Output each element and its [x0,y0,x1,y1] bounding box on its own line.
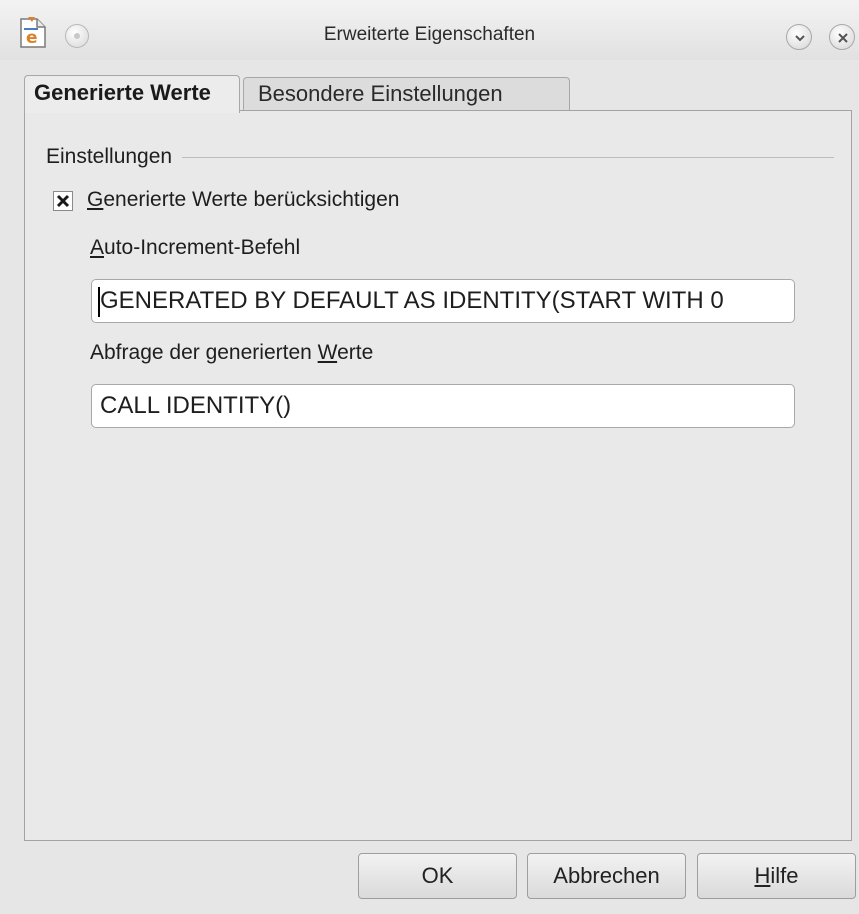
minimize-button[interactable] [786,24,812,50]
ok-button[interactable]: OK [358,853,517,899]
auto-increment-label: Auto-Increment-Befehl [90,236,301,259]
consider-generated-values-checkbox[interactable] [53,191,73,211]
query-generated-values-label: Abfrage der generierten Werte [90,341,374,364]
tab-special-settings[interactable]: Besondere Einstellungen [243,77,570,111]
checkbox-label[interactable]: Generierte Werte berücksichtigen [87,188,399,212]
tab-generated-values[interactable]: Generierte Werte [24,75,240,113]
group-title: Einstellungen [46,145,183,169]
cancel-button[interactable]: Abbrechen [527,853,686,899]
close-button[interactable] [829,24,855,50]
tab-panel [24,110,852,841]
help-button[interactable]: Hilfe [697,853,856,899]
title-bar[interactable]: e Erweiterte Eigenschaften [0,0,859,60]
query-generated-values-field[interactable]: CALL IDENTITY() [91,384,795,428]
text-caret [98,287,100,317]
window-title: Erweiterte Eigenschaften [323,24,536,45]
auto-increment-field[interactable]: GENERATED BY DEFAULT AS IDENTITY(START W… [91,279,795,323]
